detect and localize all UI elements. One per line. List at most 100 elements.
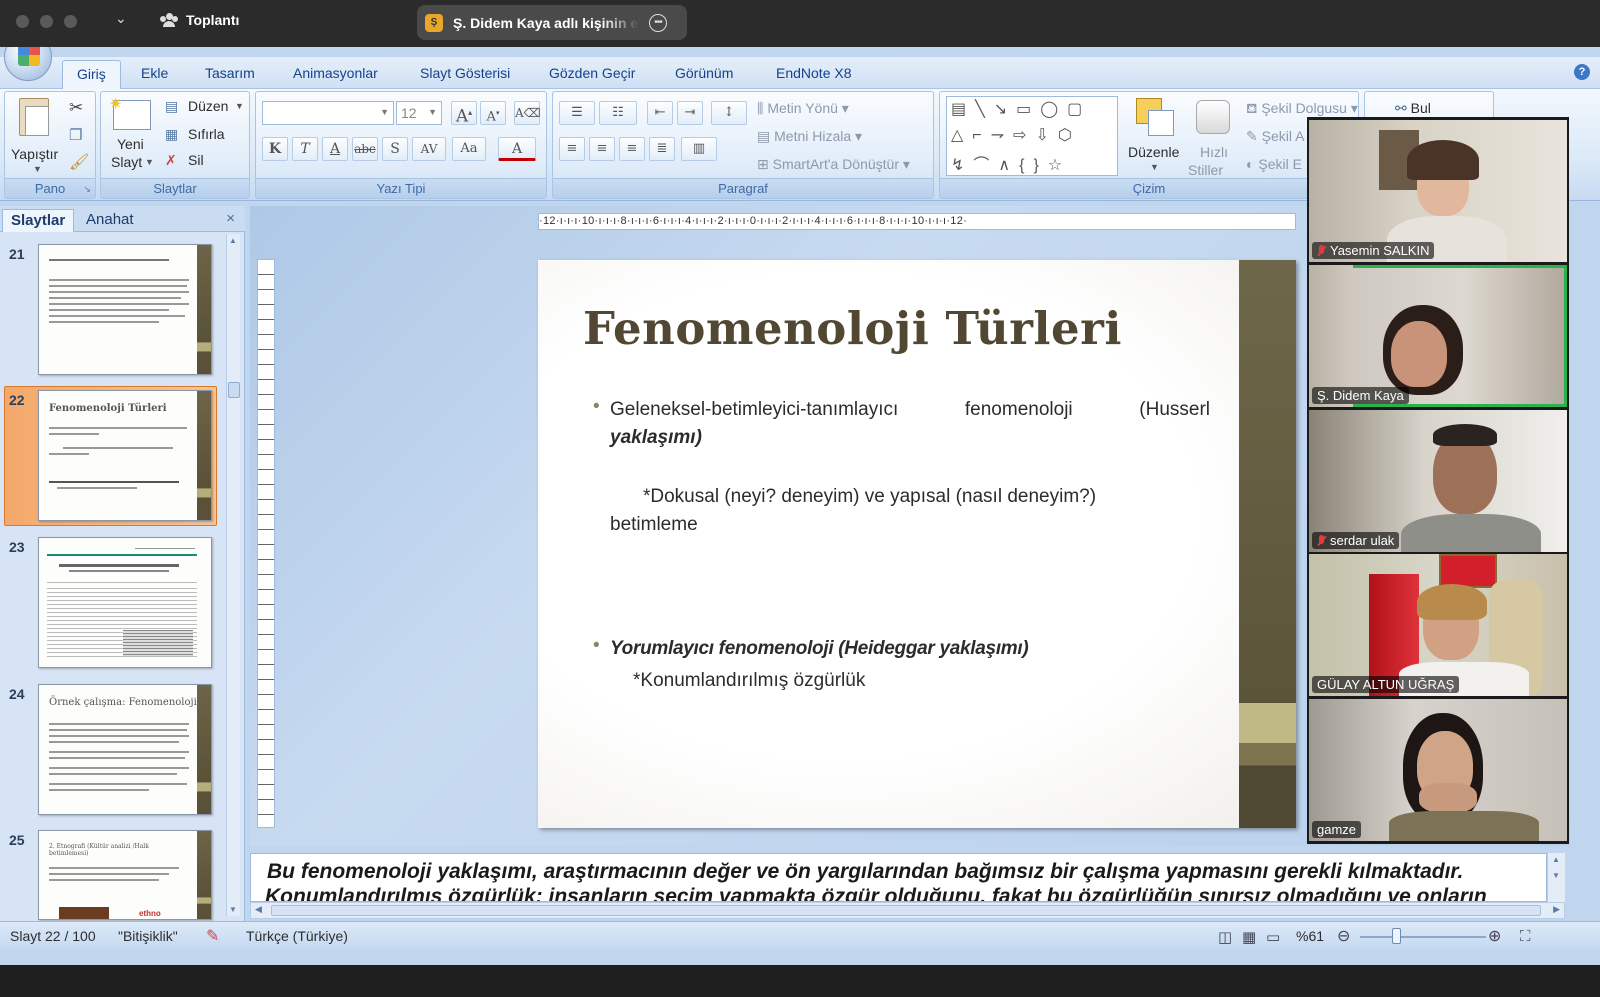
window-close-button[interactable] <box>16 15 29 28</box>
tab-tasarim[interactable]: Tasarım <box>205 65 255 81</box>
sub-2[interactable]: *Konumlandırılmış özgürlük <box>633 667 865 695</box>
shape-outline-button[interactable]: ✎ Şekil A <box>1246 128 1304 145</box>
quick-styles-label-2[interactable]: Stiller <box>1188 162 1223 178</box>
format-painter-icon[interactable]: 🖌 <box>69 152 89 172</box>
grow-font-icon[interactable]: A▴ <box>451 101 477 127</box>
thumbnail-image[interactable]: Fenomenoloji Türleri <box>38 390 212 521</box>
new-slide-label-2[interactable]: Slayt <box>111 154 142 170</box>
window-zoom-button[interactable] <box>64 15 77 28</box>
quick-styles-icon[interactable] <box>1196 100 1230 134</box>
horizontal-scrollbar[interactable]: ◀ ▶ <box>250 902 1565 919</box>
participant-tile[interactable]: gamze <box>1309 699 1567 841</box>
tab-gorunum[interactable]: Görünüm <box>675 65 733 81</box>
tab-gozden-gecir[interactable]: Gözden Geçir <box>549 65 635 81</box>
window-minimize-button[interactable] <box>40 15 53 28</box>
new-slide-label-1[interactable]: Yeni <box>117 136 144 152</box>
fit-to-window-icon[interactable]: ⛶ <box>1520 928 1531 945</box>
font-size-select[interactable]: 12 ▼ <box>396 101 442 125</box>
arrange-button[interactable]: Düzenle <box>1128 144 1179 160</box>
horizontal-scroll-thumb[interactable] <box>271 905 1541 916</box>
align-left-button[interactable]: ≡ <box>559 137 585 161</box>
font-name-select[interactable]: ▼ <box>262 101 394 125</box>
align-right-button[interactable]: ≡ <box>619 137 645 161</box>
tab-slides[interactable]: Slaytlar <box>2 209 75 232</box>
help-icon[interactable]: ? <box>1574 64 1590 80</box>
participant-tile[interactable]: serdar ulak <box>1309 410 1567 552</box>
notes-line-1[interactable]: Bu fenomenoloji yaklaşımı, araştırmacını… <box>267 860 1463 884</box>
align-center-button[interactable]: ≡ <box>589 137 615 161</box>
numbering-button[interactable]: ☷ <box>599 101 637 125</box>
paste-label[interactable]: Yapıştır <box>11 146 58 162</box>
layout-button[interactable]: Düzen <box>188 98 228 114</box>
tab-outline[interactable]: Anahat <box>78 209 142 232</box>
participant-tile-active-speaker[interactable]: Ş. Didem Kaya <box>1309 265 1567 407</box>
tab-giris[interactable]: Giriş <box>62 60 121 90</box>
participant-tile[interactable]: GÜLAY ALTUN UĞRAŞ <box>1309 554 1567 696</box>
zoom-slider[interactable] <box>1360 936 1486 938</box>
shapes-row-1[interactable]: ▤╲↘▭◯▢ <box>951 99 1091 119</box>
dialog-launcher-icon[interactable]: ↘ <box>83 184 91 195</box>
zoom-in-icon[interactable]: ⊕ <box>1488 926 1501 946</box>
justify-button[interactable]: ≣ <box>649 137 675 161</box>
clear-format-icon[interactable]: A⌫ <box>514 101 541 125</box>
pane-scrollbar[interactable]: ▲ ▼ <box>226 234 240 916</box>
new-slide-dropdown-icon[interactable]: ▼ <box>145 157 154 167</box>
thumbnail-image[interactable]: 2. Etnografi (Kültür analizi /Halk betim… <box>38 830 212 920</box>
cut-icon[interactable]: ✂ <box>69 98 83 118</box>
tab-endnote[interactable]: EndNote X8 <box>776 65 852 81</box>
align-text-button[interactable]: ▤ Metni Hizala ▾ <box>757 128 862 145</box>
shapes-gallery[interactable]: ▤╲↘▭◯▢ △⌐⇁⇨⇩⬡ ↯⌒∧{}☆ <box>946 96 1118 176</box>
font-color-button[interactable]: A <box>498 137 536 161</box>
more-options-icon[interactable]: ••• <box>649 13 667 32</box>
notes-line-2[interactable]: Konumlandırılmış özgürlük: insanların se… <box>265 885 1487 901</box>
reset-button[interactable]: Sıfırla <box>188 126 225 142</box>
strikethrough-button[interactable]: abc <box>352 137 378 161</box>
smartart-button[interactable]: ⊞ SmartArt'a Dönüştür ▾ <box>757 156 910 173</box>
language-label[interactable]: Türkçe (Türkiye) <box>246 928 348 944</box>
thumbnail-image[interactable] <box>38 244 212 375</box>
increase-indent-button[interactable]: ⇥ <box>677 101 703 125</box>
tab-animasyonlar[interactable]: Animasyonlar <box>293 65 378 81</box>
bullet-2[interactable]: Yorumlayıcı fenomenoloji (Heideggar yakl… <box>610 635 1029 663</box>
shapes-row-3[interactable]: ↯⌒∧{}☆ <box>951 151 1071 175</box>
spellcheck-icon[interactable]: ✎ <box>206 926 219 946</box>
zoom-slider-thumb[interactable] <box>1392 928 1401 944</box>
close-pane-icon[interactable]: × <box>226 210 235 227</box>
bold-button[interactable]: K <box>262 137 288 161</box>
delete-button[interactable]: Sil <box>188 152 204 168</box>
arrange-dropdown-icon[interactable]: ▼ <box>1150 162 1159 172</box>
find-button[interactable]: ⚯ Bul <box>1395 100 1431 117</box>
line-spacing-button[interactable]: ↕ <box>711 101 747 125</box>
thumbnail-image[interactable]: Örnek çalışma: Fenomenoloji <box>38 684 212 815</box>
bullet-1-line-2[interactable]: yaklaşımı) <box>610 424 702 452</box>
bullets-button[interactable]: ☰ <box>559 101 595 125</box>
layout-dropdown-icon[interactable]: ▼ <box>235 101 244 111</box>
shape-effects-button[interactable]: ◐ Şekil E <box>1246 156 1302 172</box>
chevron-down-icon[interactable]: ⌄ <box>115 10 127 27</box>
change-case-button[interactable]: Aa <box>452 137 486 161</box>
sub-1-line-1[interactable]: *Dokusal (neyi? deneyim) ve yapısal (nas… <box>643 483 1096 511</box>
char-spacing-button[interactable]: AV <box>412 137 446 161</box>
meeting-menu[interactable]: Toplantı <box>160 12 239 28</box>
zoom-out-icon[interactable]: ⊖ <box>1337 926 1350 946</box>
sub-1-line-2[interactable]: betimleme <box>610 511 698 539</box>
copy-icon[interactable]: ❐ <box>69 126 82 144</box>
shrink-font-icon[interactable]: A▾ <box>480 101 506 125</box>
paste-dropdown-icon[interactable]: ▼ <box>33 164 42 174</box>
participant-tile[interactable]: Yasemin SALKIN <box>1309 120 1567 262</box>
slide-title[interactable]: Fenomenoloji Türleri <box>583 302 1122 355</box>
columns-button[interactable]: ▥ <box>681 137 717 161</box>
thumbnail-image[interactable] <box>38 537 212 668</box>
zoom-level[interactable]: %61 <box>1296 928 1324 944</box>
text-direction-button[interactable]: ⫼ Metin Yönü ▾ <box>757 100 849 117</box>
italic-button[interactable]: T <box>292 137 318 161</box>
underline-button[interactable]: A <box>322 137 348 161</box>
quick-styles-label-1[interactable]: Hızlı <box>1200 144 1228 160</box>
notes-scrollbar[interactable]: ▲ ▼ <box>1547 853 1565 902</box>
pane-scroll-thumb[interactable] <box>228 382 240 398</box>
tab-ekle[interactable]: Ekle <box>141 65 168 81</box>
normal-view-icon[interactable]: ◫ <box>1218 928 1232 946</box>
bullet-1-line-1[interactable]: Geleneksel-betimleyici-tanımlayıcı fenom… <box>610 396 1210 424</box>
screen-share-indicator[interactable]: Ş Ş. Didem Kaya adlı kişinin ekranı ••• <box>417 5 687 40</box>
slide-sorter-icon[interactable]: ▦ <box>1242 928 1256 946</box>
